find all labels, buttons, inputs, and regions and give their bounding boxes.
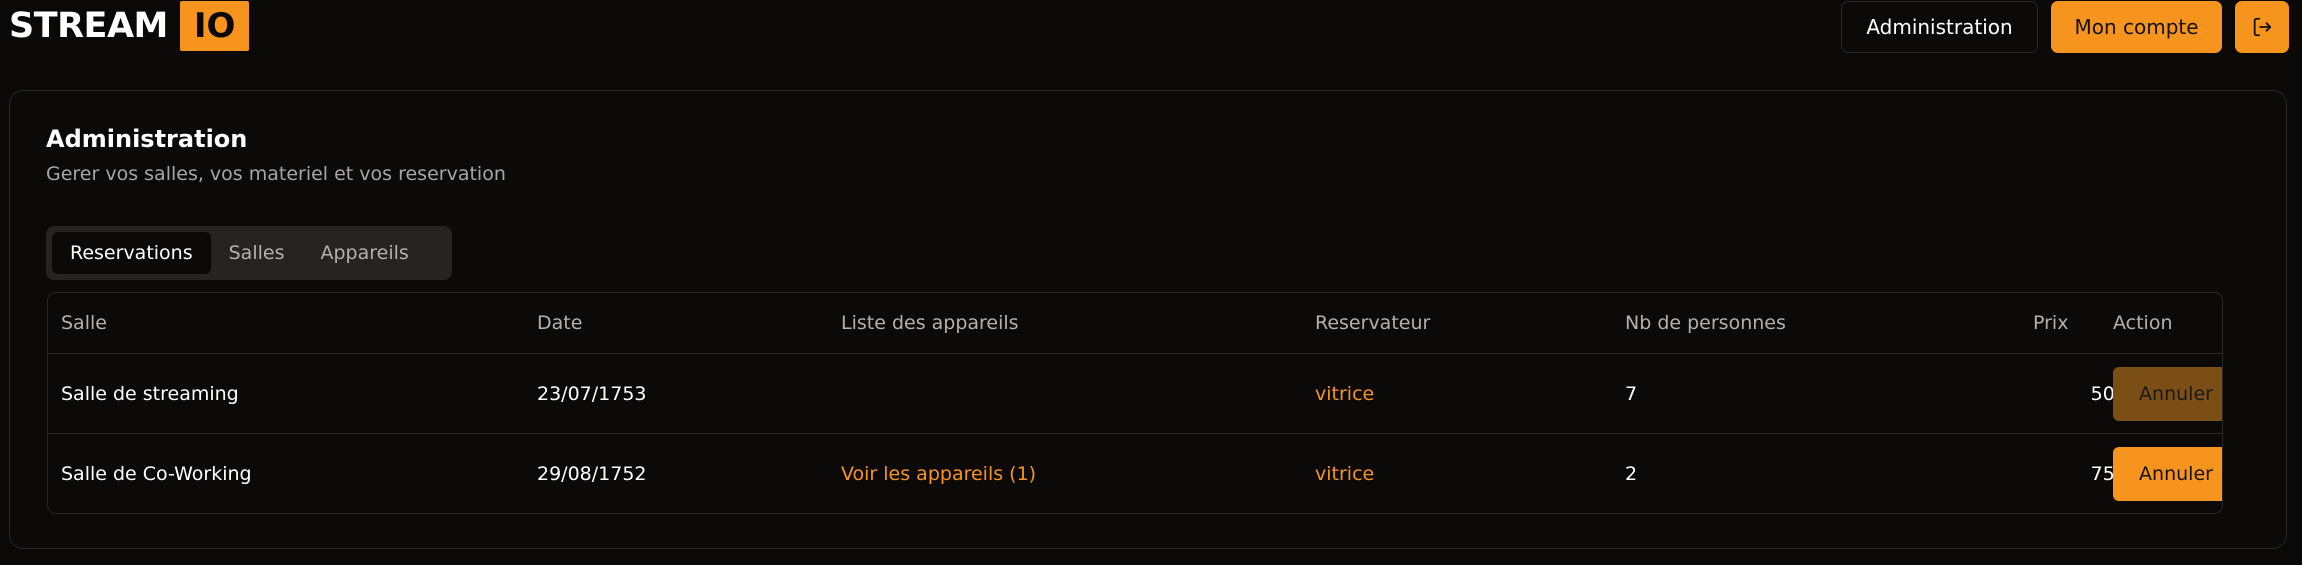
cell-date: 29/08/1752 <box>537 463 647 485</box>
cancel-button[interactable]: Annuler <box>2113 366 2222 421</box>
header-action: Action <box>2113 312 2173 334</box>
cell-action: Annuler <box>2113 354 2222 433</box>
page-subtitle: Gerer vos salles, vos materiel et vos re… <box>46 163 506 185</box>
reservateur-link[interactable]: vitrice <box>1315 354 1374 433</box>
table-row: Salle de Co-Working 29/08/1752 Voir les … <box>48 434 2222 513</box>
header-nb-personnes: Nb de personnes <box>1625 312 1786 334</box>
cancel-button[interactable]: Annuler <box>2113 447 2222 501</box>
header-date: Date <box>537 312 583 334</box>
cell-nb-personnes: 2 <box>1625 463 1638 485</box>
tab-appareils[interactable]: Appareils <box>302 232 426 274</box>
tab-reservations[interactable]: Reservations <box>52 232 211 274</box>
cell-salle: Salle de Co-Working <box>61 463 252 485</box>
table-header-row: Salle Date Liste des appareils Reservate… <box>48 293 2222 354</box>
cell-action: Annuler <box>2113 434 2222 513</box>
tab-list: Reservations Salles Appareils <box>46 226 452 280</box>
page-title: Administration <box>46 125 248 153</box>
administration-button[interactable]: Administration <box>1841 1 2038 53</box>
reservateur-link[interactable]: vitrice <box>1315 434 1374 513</box>
reservations-table: Salle Date Liste des appareils Reservate… <box>47 292 2223 514</box>
cell-date: 23/07/1753 <box>537 382 647 405</box>
logo-text: STREAM <box>9 6 168 46</box>
logo-badge: IO <box>179 1 250 51</box>
account-button[interactable]: Mon compte <box>2051 1 2222 53</box>
header-reservateur: Reservateur <box>1315 312 1431 334</box>
view-devices-link[interactable]: Voir les appareils (1) <box>841 434 1036 513</box>
administration-card: Administration Gerer vos salles, vos mat… <box>9 90 2287 549</box>
header-liste-appareils: Liste des appareils <box>841 312 1019 334</box>
cell-salle: Salle de streaming <box>61 382 239 405</box>
table-row: Salle de streaming 23/07/1753 vitrice 7 … <box>48 354 2222 434</box>
header-salle: Salle <box>61 312 107 334</box>
cell-nb-personnes: 7 <box>1625 382 1638 405</box>
logout-icon <box>2253 17 2272 37</box>
tab-salles[interactable]: Salles <box>211 232 303 274</box>
logo[interactable]: STREAM IO <box>9 1 250 51</box>
logout-button[interactable] <box>2235 1 2289 53</box>
top-navigation: Administration Mon compte <box>1841 1 2289 53</box>
